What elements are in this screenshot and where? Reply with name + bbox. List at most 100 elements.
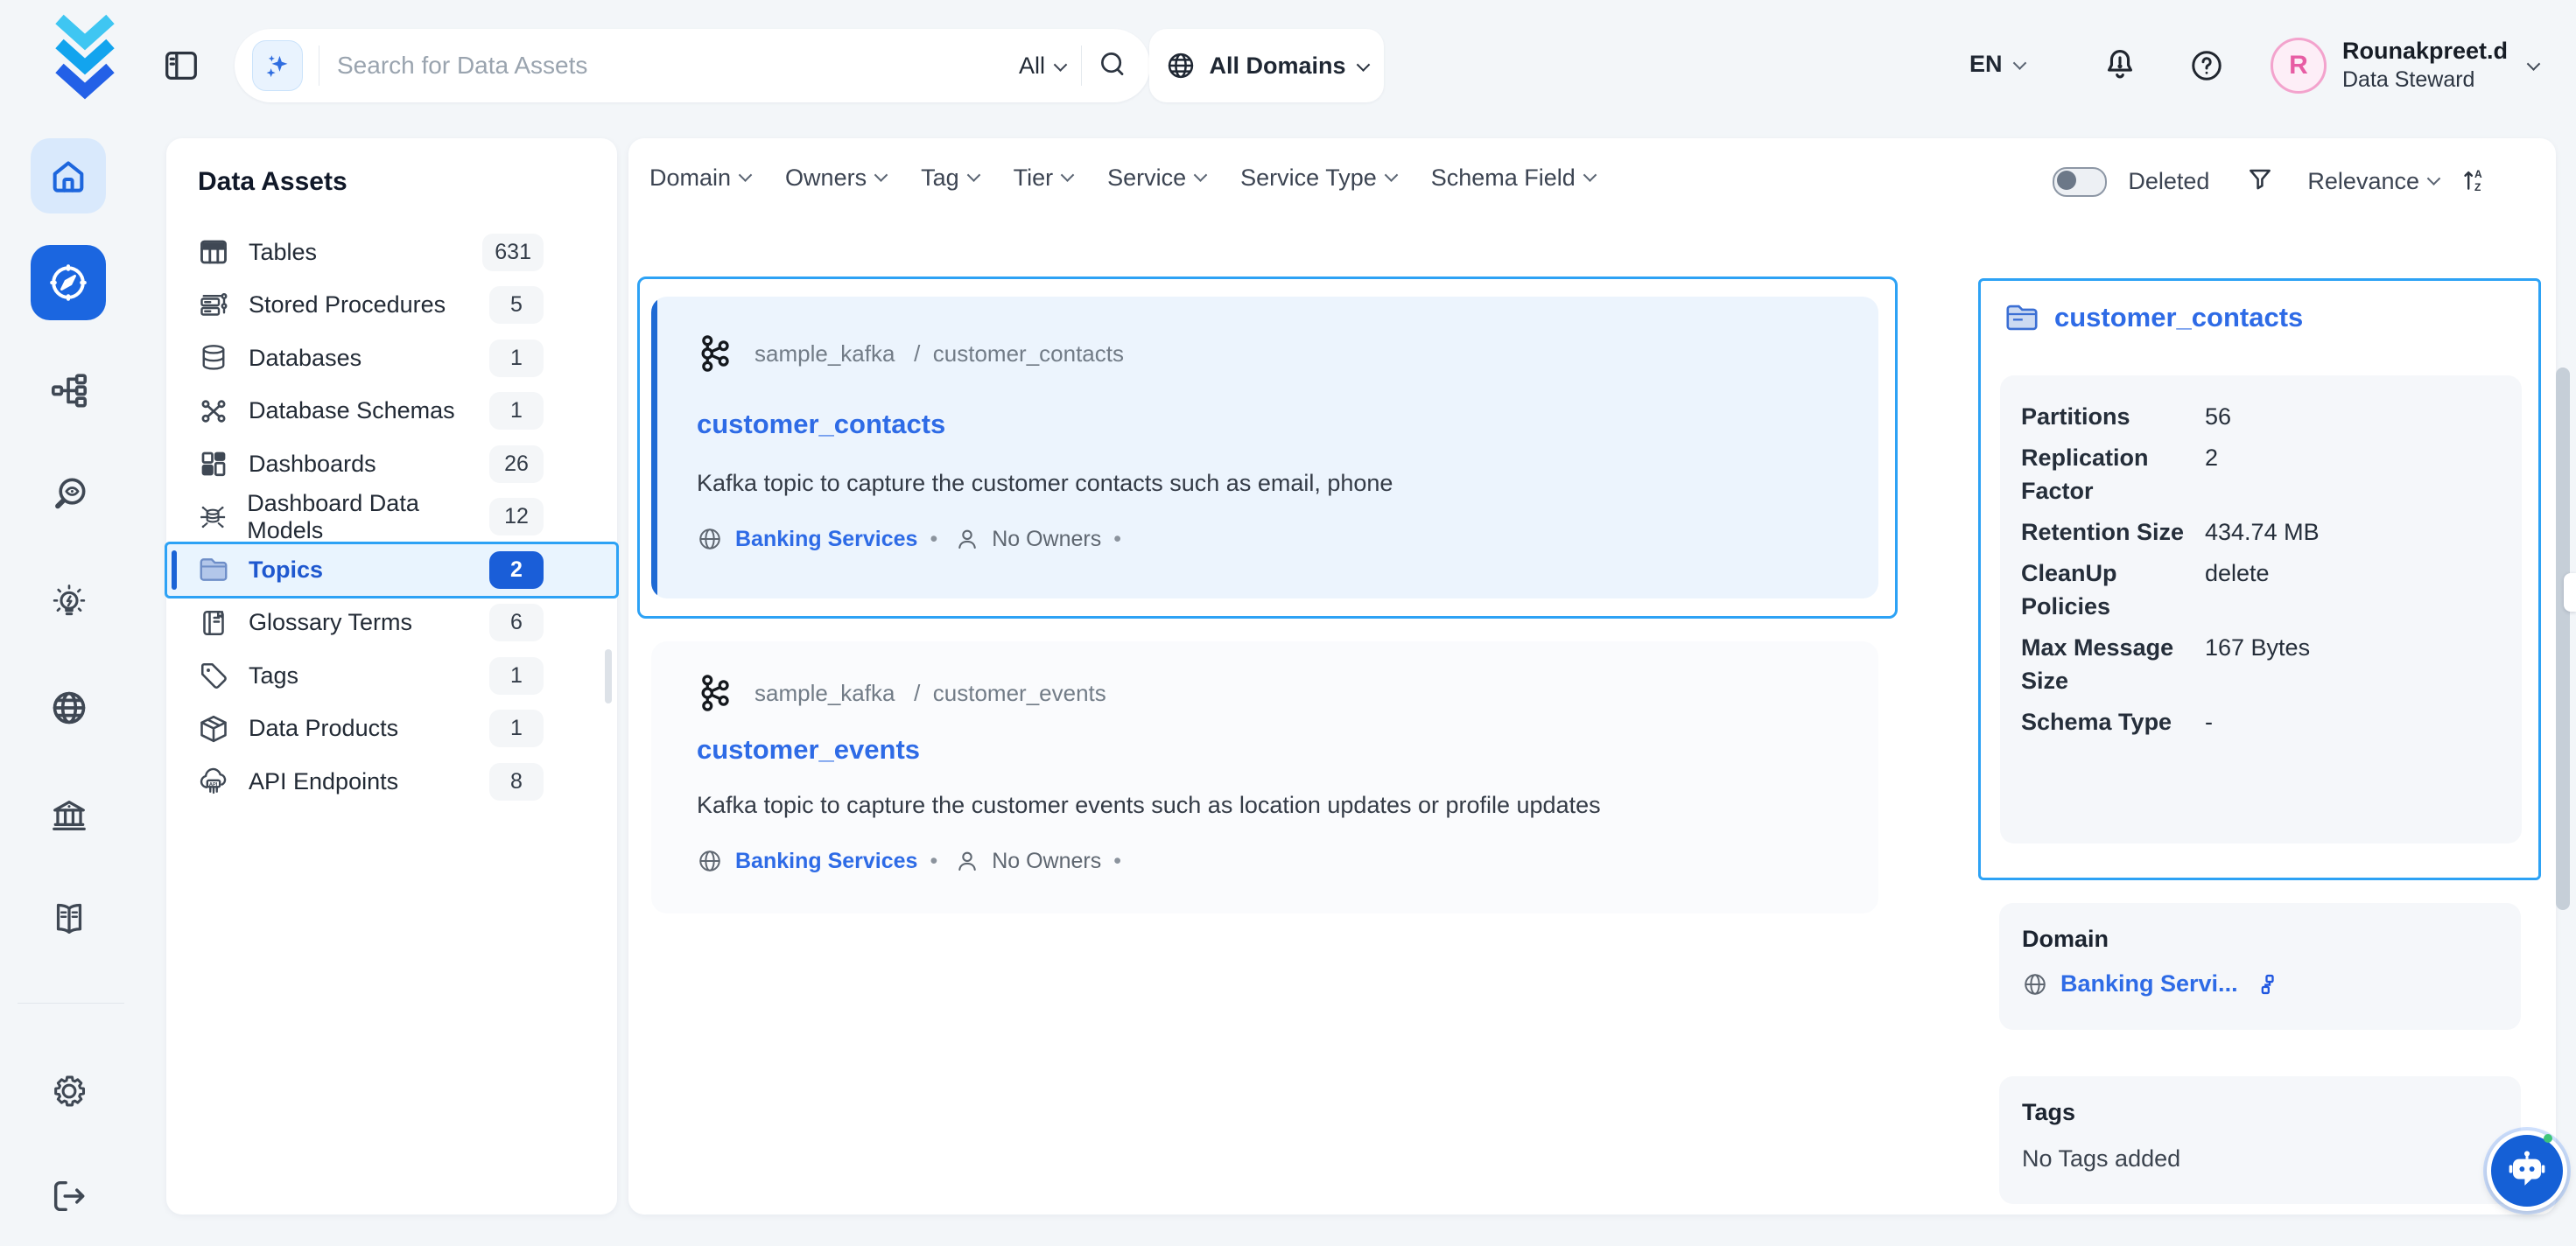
sidebar-collapse-icon[interactable] [161,46,201,90]
search-icon[interactable] [1098,49,1127,83]
asset-type-databases[interactable]: Databases 1 [166,332,617,385]
detail-value: 167 Bytes [2205,631,2310,697]
count-badge: 12 [489,498,544,536]
explore-content-panel: Domain Owners Tag Tier Service Service T… [628,138,2556,1214]
asset-type-list: Tables 631 Stored Procedures 5 Databases… [166,226,617,808]
chevron-down-icon [1054,58,1068,72]
edge-widget-tab[interactable] [2564,573,2576,612]
count-badge: 8 [489,763,544,801]
language-dropdown[interactable]: EN [1969,51,2025,78]
domain-link[interactable]: Banking Services [735,849,917,874]
data-model-icon [198,501,228,533]
chatbot-button[interactable] [2487,1130,2567,1211]
list-controls: Deleted Relevance AZ [2053,164,2489,199]
filter-tier[interactable]: Tier [1014,164,1073,192]
count-badge: 6 [489,604,544,641]
chevron-down-icon [2527,57,2541,71]
service-name[interactable]: sample_kafka [755,340,895,367]
asset-title-link[interactable]: customer_contacts [697,409,945,440]
detail-title[interactable]: customer_contacts [2054,302,2303,333]
sort-field-dropdown[interactable]: Relevance [2307,168,2439,195]
nav-logout[interactable] [49,1176,89,1221]
filter-service-type[interactable]: Service Type [1240,164,1396,192]
asset-type-api-endpoints[interactable]: API API Endpoints 8 [166,755,617,808]
entity-name: customer_contacts [933,340,1124,367]
home-icon [48,156,88,196]
nav-lineage[interactable] [49,370,89,415]
notifications-bell-icon[interactable] [2101,46,2139,88]
search-input[interactable] [335,51,1003,80]
search-scope-dropdown[interactable]: All [1019,52,1065,80]
search-scope-value: All [1019,52,1045,80]
asset-type-glossary-terms[interactable]: Glossary Terms 6 [166,597,617,650]
nav-home[interactable] [31,138,106,214]
chevron-down-icon [739,168,753,182]
page-scrollbar[interactable] [2556,368,2570,910]
result-card-customer-contacts[interactable]: sample_kafka / customer_contacts custome… [637,276,1898,619]
chevron-down-icon [966,168,980,182]
detail-value: 2 [2205,441,2218,508]
breadcrumb: sample_kafka / customer_contacts [755,340,1124,368]
breadcrumb: sample_kafka / customer_events [755,680,1106,707]
chevron-down-icon [1061,168,1075,182]
deleted-toggle[interactable] [2053,167,2107,197]
result-card-body: sample_kafka / customer_contacts custome… [651,297,1878,598]
filter-tag[interactable]: Tag [921,164,979,192]
nav-settings[interactable] [49,1071,89,1116]
filter-funnel-icon[interactable] [2246,165,2274,198]
search-divider-2 [1081,46,1082,86]
nav-insights[interactable] [49,583,89,627]
asset-type-dashboard-data-models[interactable]: Dashboard Data Models 12 [166,491,617,544]
detail-row: Max Message Size167 Bytes [2021,631,2522,697]
all-domains-label: All Domains [1209,52,1345,80]
asset-type-database-schemas[interactable]: Database Schemas 1 [166,385,617,438]
service-name[interactable]: sample_kafka [755,680,895,706]
asset-type-tables[interactable]: Tables 631 [166,226,617,279]
app-logo[interactable] [49,14,121,102]
nav-observability[interactable] [49,474,89,519]
owners-label: No Owners [992,849,1101,874]
count-badge: 1 [489,657,544,695]
asset-description: Kafka topic to capture the customer even… [697,792,1601,819]
owners-label: No Owners [992,527,1101,552]
assets-panel-scrollbar[interactable] [605,649,612,704]
count-badge: 631 [482,234,544,271]
asset-type-data-products[interactable]: Data Products 1 [166,703,617,756]
dashboard-icon [198,448,229,480]
nav-govern[interactable] [49,795,89,840]
nav-glossary[interactable] [49,899,89,943]
nav-domains[interactable] [49,688,89,732]
all-domains-dropdown[interactable]: All Domains [1149,29,1384,102]
filter-schema-field[interactable]: Schema Field [1431,164,1595,192]
asset-title-link[interactable]: customer_events [697,734,920,766]
result-card-customer-events[interactable]: sample_kafka / customer_events customer_… [651,641,1878,914]
chevron-down-icon [1356,58,1370,72]
tag-icon [198,660,229,691]
link-icon[interactable] [2257,972,2282,997]
detail-domain-link[interactable]: Banking Servi... [2060,970,2238,998]
deleted-label: Deleted [2128,168,2209,195]
filter-owners[interactable]: Owners [785,164,886,192]
user-menu[interactable]: R Rounakpreet.d Data Steward [2271,37,2538,94]
table-icon [198,236,229,268]
domain-link[interactable]: Banking Services [735,527,917,552]
language-value: EN [1969,51,2003,78]
asset-type-tags[interactable]: Tags 1 [166,649,617,703]
chevron-down-icon [1194,168,1208,182]
nav-explore[interactable] [31,245,106,320]
detail-row: Partitions56 [2021,400,2522,433]
compass-icon [47,262,89,304]
asset-type-stored-procedures[interactable]: Stored Procedures 5 [166,279,617,332]
avatar-initial: R [2289,51,2308,80]
user-avatar[interactable]: R [2271,38,2327,94]
asset-type-topics[interactable]: Topics 2 [166,543,617,597]
filter-domain[interactable]: Domain [649,164,750,192]
global-search-bar[interactable]: All [235,29,1150,102]
filter-service[interactable]: Service [1107,164,1205,192]
ai-sparkle-icon[interactable] [252,40,303,91]
help-icon[interactable] [2188,47,2225,88]
svg-text:Z: Z [2474,181,2481,193]
toggle-knob [2057,171,2076,190]
asset-type-dashboards[interactable]: Dashboards 26 [166,438,617,491]
sort-direction-icon[interactable]: AZ [2460,164,2489,199]
